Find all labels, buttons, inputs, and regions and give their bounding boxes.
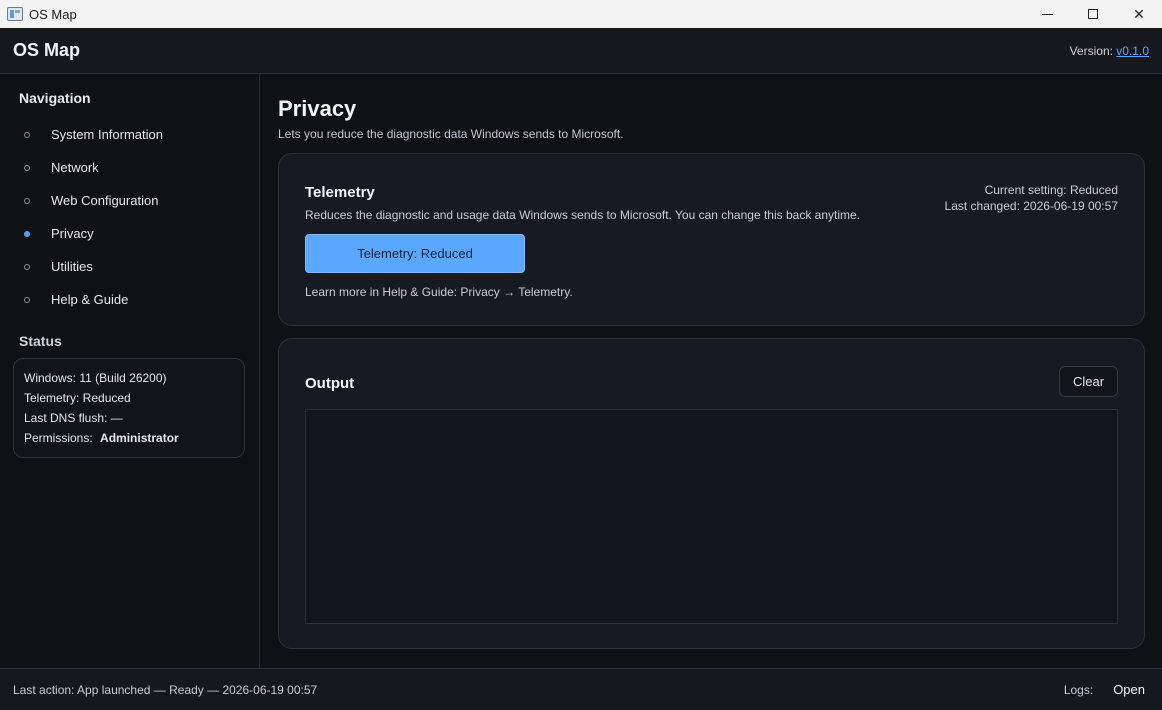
app-window-icon <box>7 7 23 21</box>
sidebar-item-label: Help & Guide <box>51 292 129 307</box>
telemetry-title: Telemetry <box>305 184 375 201</box>
sidebar-item-label: Utilities <box>51 259 93 274</box>
sidebar-item-label: Network <box>51 160 99 175</box>
nav-heading: Navigation <box>19 90 91 106</box>
output-card: Output Clear <box>278 338 1145 649</box>
sidebar-item-label: Web Configuration <box>51 193 159 208</box>
status-heading: Status <box>19 333 62 349</box>
last-action-text: Last action: App launched — Ready — 2026… <box>13 682 318 697</box>
telemetry-meta: Current setting: Reduced Last changed: 2… <box>945 182 1118 214</box>
logs-label: Logs: <box>1063 682 1094 697</box>
sidebar: Navigation System Information Network We… <box>0 74 260 668</box>
nav-bullet-icon <box>24 164 30 171</box>
logs-controls: Logs: Open <box>1064 682 1149 697</box>
permissions-label: Permissions: <box>24 431 93 445</box>
sidebar-item-label: Privacy <box>51 226 94 241</box>
telemetry-last-changed: Last changed: 2026-06-19 00:57 <box>944 199 1118 213</box>
minimize-button[interactable] <box>1024 0 1070 28</box>
permissions-value: Administrator <box>100 431 179 445</box>
nav-bullet-icon <box>24 131 30 138</box>
clear-button[interactable]: Clear <box>1059 366 1118 397</box>
page-title: Privacy <box>278 96 357 121</box>
version-link[interactable]: v0.1.0 <box>1116 44 1149 58</box>
output-textarea[interactable] <box>305 409 1118 624</box>
sidebar-item-label: System Information <box>51 127 163 142</box>
nav-bullet-icon <box>24 197 30 204</box>
page-subtitle: Lets you reduce the diagnostic data Wind… <box>278 127 624 141</box>
nav-bullet-icon <box>24 263 30 270</box>
telemetry-current-setting: Current setting: Reduced <box>984 183 1118 197</box>
sidebar-item-utilities[interactable]: Utilities <box>19 250 249 283</box>
open-logs-button[interactable]: Open <box>1113 682 1145 697</box>
minimize-icon <box>1041 13 1053 15</box>
telemetry-learn-more: Learn more in Help & Guide: Privacy → Te… <box>305 285 573 299</box>
window-controls: ✕ <box>1024 0 1162 28</box>
sidebar-item-web-configuration[interactable]: Web Configuration <box>19 184 249 217</box>
status-permissions: Permissions: Administrator <box>24 428 234 448</box>
sidebar-item-help-guide[interactable]: Help & Guide <box>19 283 249 316</box>
main-content: Privacy Lets you reduce the diagnostic d… <box>261 74 1162 668</box>
status-dns-flush: Last DNS flush: — <box>24 411 123 425</box>
app-header: OS Map Version: v0.1.0 <box>0 28 1162 74</box>
close-icon: ✕ <box>1133 5 1145 22</box>
maximize-icon <box>1088 9 1098 19</box>
window-titlebar: OS Map ✕ <box>0 0 1162 28</box>
close-button[interactable]: ✕ <box>1116 0 1162 28</box>
window-title: OS Map <box>29 6 77 22</box>
sidebar-item-privacy[interactable]: Privacy <box>19 217 249 250</box>
telemetry-description: Reduces the diagnostic and usage data Wi… <box>305 208 860 222</box>
status-panel: Windows: 11 (Build 26200) Telemetry: Red… <box>13 358 245 458</box>
app-title: OS Map <box>13 40 81 60</box>
status-telemetry: Telemetry: Reduced <box>24 391 131 405</box>
sidebar-item-system-information[interactable]: System Information <box>19 118 249 151</box>
nav-bullet-active-icon <box>24 230 30 237</box>
status-windows: Windows: 11 (Build 26200) <box>24 371 167 385</box>
version-label: Version: <box>1069 43 1113 58</box>
sidebar-item-network[interactable]: Network <box>19 151 249 184</box>
telemetry-toggle-button[interactable]: Telemetry: Reduced <box>305 234 525 273</box>
maximize-button[interactable] <box>1070 0 1116 28</box>
telemetry-card: Telemetry Reduces the diagnostic and usa… <box>278 153 1145 326</box>
nav-list: System Information Network Web Configura… <box>19 118 249 316</box>
nav-bullet-icon <box>24 296 30 303</box>
output-title: Output <box>305 375 355 392</box>
status-bar: Last action: App launched — Ready — 2026… <box>0 668 1162 710</box>
version-info: Version: v0.1.0 <box>1070 44 1149 58</box>
